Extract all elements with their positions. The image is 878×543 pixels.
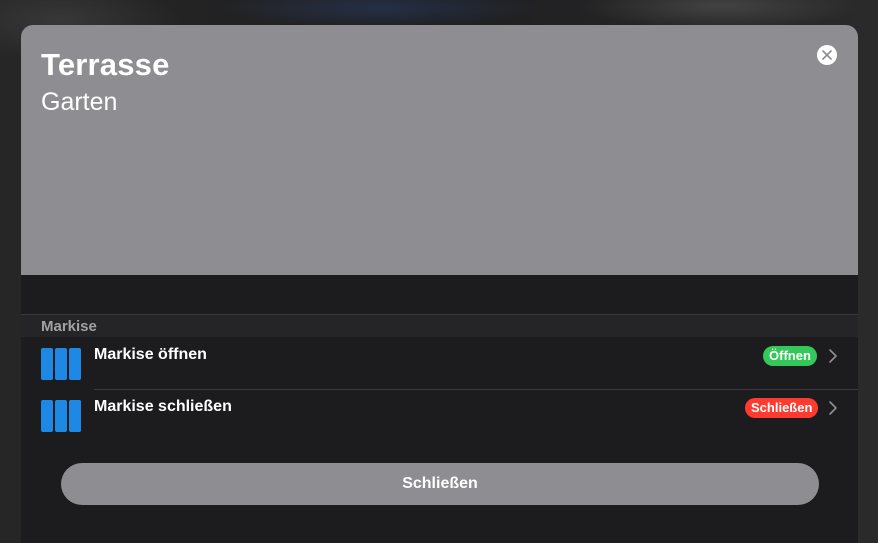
awning-icon bbox=[41, 348, 81, 380]
close-button[interactable]: Schließen bbox=[61, 463, 819, 505]
dialog-header: Terrasse Garten bbox=[21, 25, 858, 275]
dialog-subtitle: Garten bbox=[41, 88, 118, 116]
section-header: Markise bbox=[21, 315, 858, 337]
list-item-label: Markise schließen bbox=[94, 398, 232, 415]
close-icon[interactable] bbox=[817, 45, 837, 65]
scene-dialog: Terrasse Garten Markise Markise öffnen Ö… bbox=[21, 25, 858, 543]
dialog-title: Terrasse bbox=[41, 47, 170, 82]
status-badge-open: Öffnen bbox=[763, 346, 817, 366]
list-item-markise-schliessen[interactable]: Markise schließen Schließen bbox=[21, 390, 858, 442]
chevron-right-icon bbox=[829, 401, 837, 415]
list-item-markise-oeffnen[interactable]: Markise öffnen Öffnen bbox=[21, 338, 858, 390]
awning-icon bbox=[41, 400, 81, 432]
section-title: Markise bbox=[41, 318, 97, 335]
status-badge-close: Schließen bbox=[745, 398, 819, 418]
chevron-right-icon bbox=[829, 349, 837, 363]
list-item-label: Markise öffnen bbox=[94, 346, 207, 363]
